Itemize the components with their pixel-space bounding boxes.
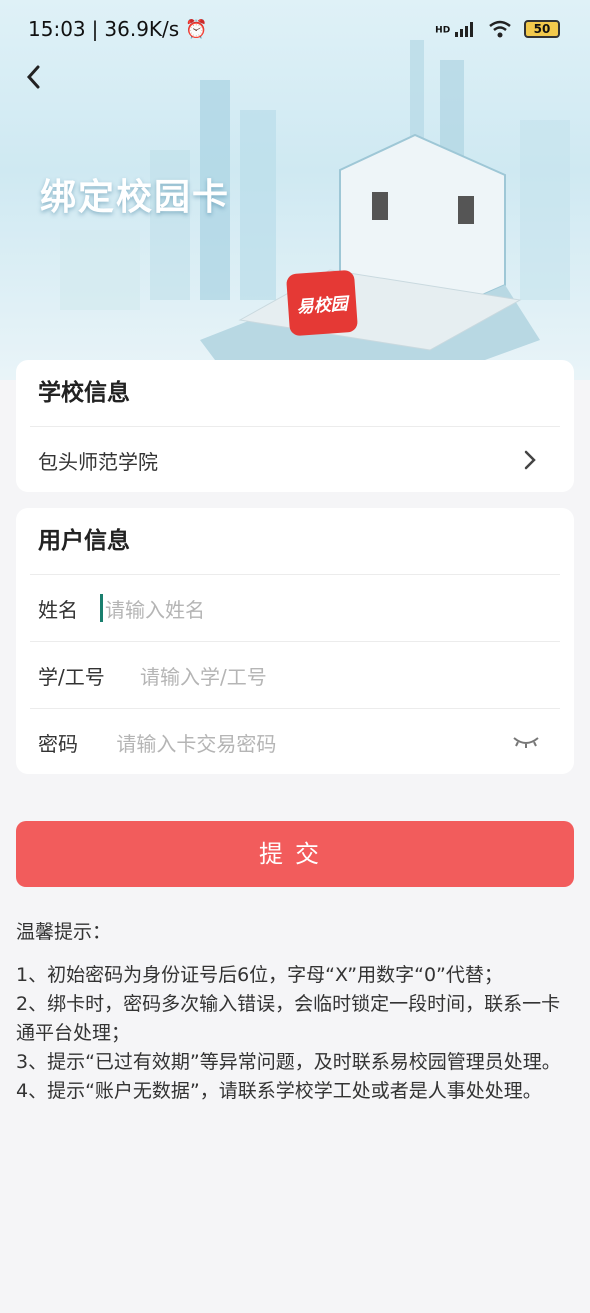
id-label: 学/工号 — [38, 664, 105, 689]
app-logo: 易校园 — [285, 269, 359, 337]
battery-icon: 50 — [524, 20, 560, 38]
back-button[interactable] — [20, 62, 50, 92]
name-row: 姓名 请输入姓名 — [30, 575, 560, 642]
eye-closed-icon[interactable] — [512, 734, 540, 750]
tips-section: 温馨提示： 1、初始密码为身份证号后6位，字母“X”用数字“0”代替； 2、绑卡… — [16, 918, 576, 1106]
password-input[interactable]: 请输入卡交易密码 — [116, 732, 276, 756]
wifi-icon — [489, 20, 511, 38]
user-info-card: 用户信息 姓名 请输入姓名 学/工号 请输入学/工号 密码 请输入卡交易密码 — [16, 508, 574, 774]
alarm-icon: ⏰ — [185, 18, 208, 40]
user-info-title: 用户信息 — [30, 508, 560, 575]
tip-item: 3、提示“已过有效期”等异常问题，及时联系易校园管理员处理。 — [16, 1051, 561, 1073]
id-row: 学/工号 请输入学/工号 — [30, 642, 560, 709]
clock: 15:03 — [28, 17, 86, 41]
chevron-right-icon — [524, 450, 536, 470]
school-name: 包头师范学院 — [38, 449, 158, 474]
signal-icon: HD — [435, 21, 476, 37]
password-row: 密码 请输入卡交易密码 — [30, 709, 560, 775]
tips-title: 温馨提示： — [16, 921, 112, 943]
school-info-card: 学校信息 包头师范学院 — [16, 360, 574, 492]
name-label: 姓名 — [38, 597, 78, 622]
password-label: 密码 — [38, 731, 78, 756]
tip-item: 1、初始密码为身份证号后6位，字母“X”用数字“0”代替； — [16, 964, 503, 986]
page-title: 绑定校园卡 — [40, 177, 231, 218]
text-cursor — [100, 594, 103, 622]
chevron-left-icon — [26, 65, 40, 89]
tip-item: 2、绑卡时，密码多次输入错误，会临时锁定一段时间，联系一卡通平台处理； — [16, 993, 561, 1044]
name-input[interactable]: 请输入姓名 — [105, 594, 205, 623]
network-speed: 36.9K/s — [104, 17, 180, 41]
school-select[interactable]: 包头师范学院 — [30, 427, 560, 493]
status-bar: 15:03 | 36.9K/s ⏰ HD 50 — [28, 14, 560, 44]
student-id-input[interactable]: 请输入学/工号 — [140, 661, 267, 690]
school-info-title: 学校信息 — [30, 360, 560, 427]
submit-button[interactable]: 提交 — [16, 821, 574, 887]
tip-item: 4、提示“账户无数据”，请联系学校学工处或者是人事处处理。 — [16, 1080, 542, 1102]
hero-banner: 15:03 | 36.9K/s ⏰ HD 50 绑定校园卡 易校园 — [0, 0, 590, 380]
